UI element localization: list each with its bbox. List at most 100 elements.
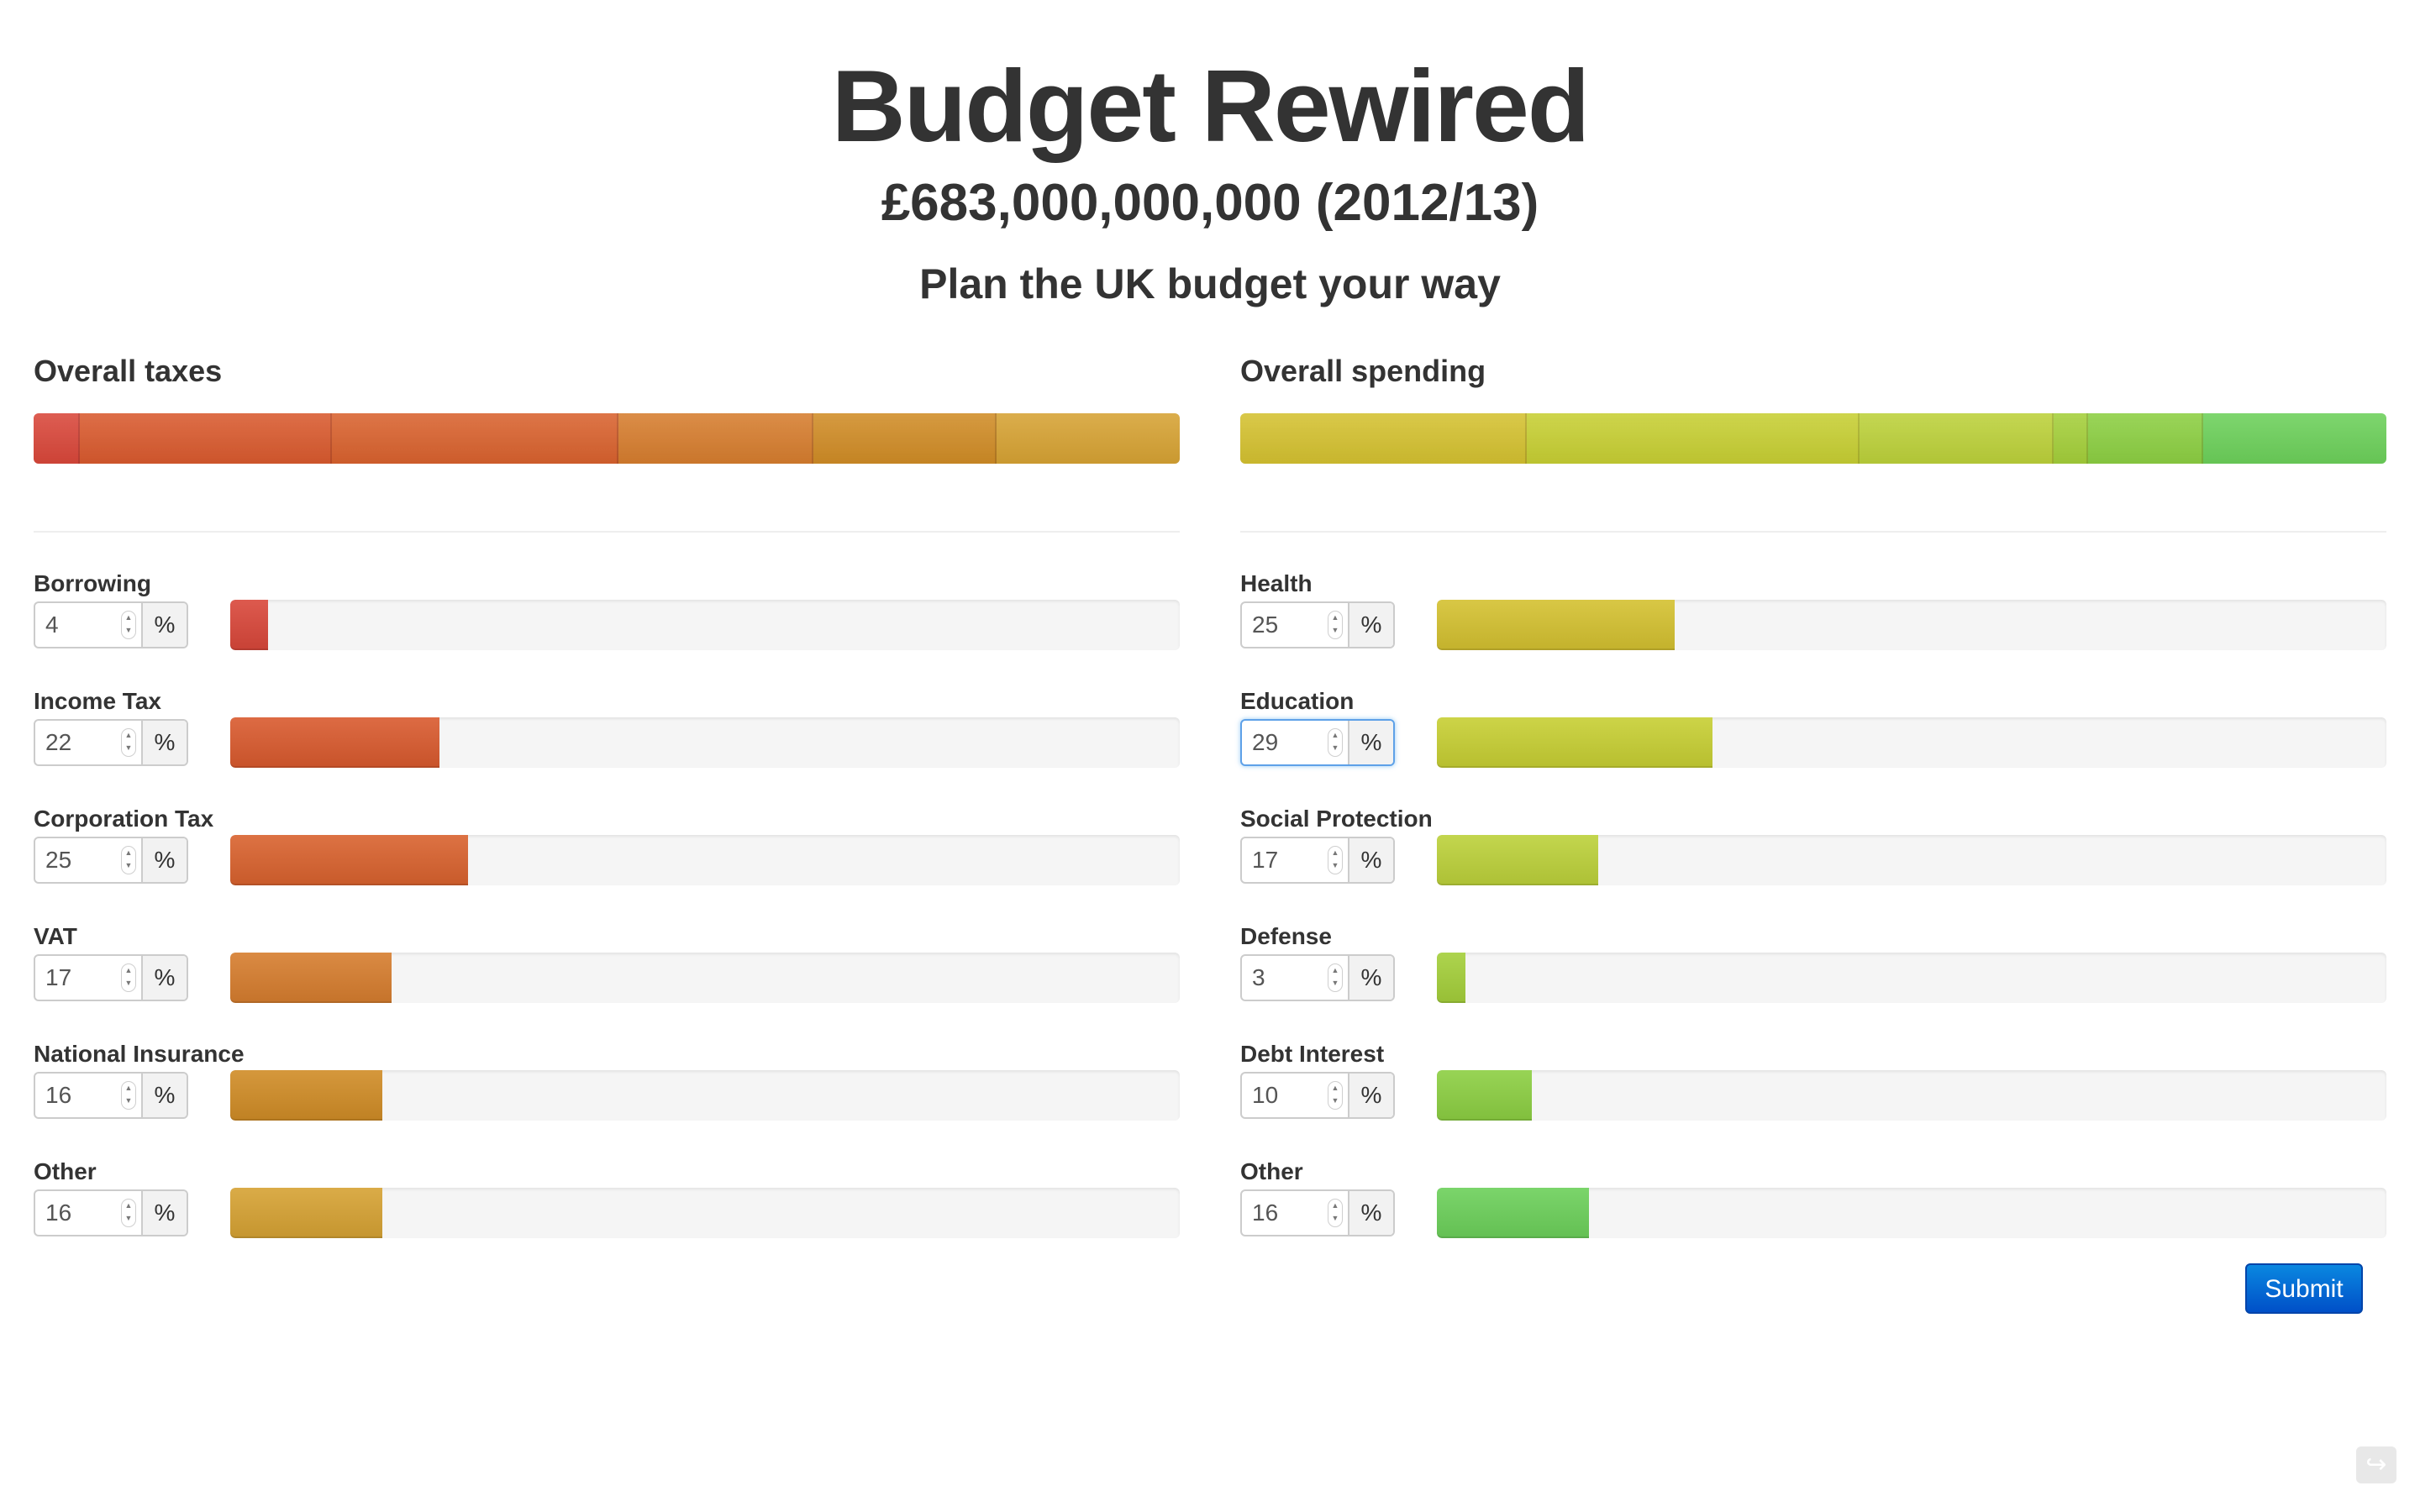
- percent-input-group: ▲▼%: [34, 954, 188, 1001]
- progress-fill: [230, 953, 392, 1003]
- progress-track: [1437, 717, 2386, 768]
- row-label: Social Protection: [1240, 806, 1433, 832]
- overall-segment-defense: [2054, 413, 2089, 464]
- percent-input-group: ▲▼%: [1240, 719, 1395, 766]
- progress-fill: [230, 1070, 382, 1121]
- percent-addon: %: [141, 1074, 187, 1117]
- progress-track: [1437, 1070, 2386, 1121]
- divider: [1240, 531, 2386, 533]
- row-label: Other: [34, 1158, 97, 1184]
- spending-column: Overall spending Health▲▼%Education▲▼%So…: [1240, 351, 2386, 1275]
- overall-segment-income-tax: [79, 413, 332, 464]
- budget-row: Income Tax ▲▼%: [34, 687, 1180, 805]
- progress-fill: [230, 835, 468, 885]
- stepper-arrows-icon[interactable]: ▲ ▼: [121, 846, 136, 874]
- budget-total: £683,000,000,000 (2012/13): [881, 174, 1539, 232]
- overall-segment-other: [996, 413, 1180, 464]
- stepper-arrows-icon[interactable]: ▲ ▼: [1328, 1081, 1343, 1110]
- progress-track: [230, 1070, 1180, 1121]
- stepper-arrows-icon[interactable]: ▲ ▼: [121, 1199, 136, 1227]
- percent-addon: %: [141, 838, 187, 882]
- row-label: VAT: [34, 923, 77, 949]
- percent-input-group: ▲▼%: [34, 719, 188, 766]
- overall-segment-national-insurance: [813, 413, 997, 464]
- page: Budget Rewired £683,000,000,000 (2012/13…: [0, 0, 2420, 1512]
- taxes-rows: Borrowing▲▼%Income Tax▲▼%Corporation Tax…: [34, 570, 1180, 1275]
- divider: [34, 531, 1180, 533]
- overall-spending-title: Overall spending: [1240, 354, 1486, 388]
- share-icon[interactable]: ↪: [2356, 1446, 2396, 1483]
- row-label: Health: [1240, 570, 1313, 596]
- stepper-arrows-icon[interactable]: ▲ ▼: [121, 611, 136, 639]
- progress-fill: [1437, 835, 1599, 885]
- progress-track: [1437, 600, 2386, 650]
- budget-row: Debt Interest ▲▼%: [1240, 1040, 2386, 1158]
- percent-addon: %: [141, 603, 187, 647]
- row-label: Borrowing: [34, 570, 151, 596]
- percent-addon: %: [141, 956, 187, 1000]
- progress-fill: [1437, 600, 1675, 650]
- percent-addon: %: [141, 1191, 187, 1235]
- overall-segment-borrowing: [34, 413, 80, 464]
- budget-row: Corporation Tax ▲▼%: [34, 805, 1180, 922]
- percent-addon: %: [1348, 956, 1393, 1000]
- row-label: Defense: [1240, 923, 1332, 949]
- progress-track: [230, 717, 1180, 768]
- overall-segment-other: [2202, 413, 2386, 464]
- percent-input-group: ▲▼%: [1240, 601, 1395, 648]
- progress-track: [1437, 835, 2386, 885]
- percent-input-group: ▲▼%: [34, 601, 188, 648]
- budget-row: Other ▲▼%: [34, 1158, 1180, 1275]
- progress-fill: [230, 717, 439, 768]
- stepper-arrows-icon[interactable]: ▲ ▼: [121, 1081, 136, 1110]
- overall-segment-debt-interest: [2088, 413, 2203, 464]
- percent-addon: %: [1348, 1191, 1393, 1235]
- percent-input-group: ▲▼%: [34, 1189, 188, 1236]
- header: Budget Rewired £683,000,000,000 (2012/13…: [0, 0, 2420, 311]
- overall-segment-education: [1527, 413, 1860, 464]
- stepper-arrows-icon[interactable]: ▲ ▼: [121, 963, 136, 992]
- row-label: Other: [1240, 1158, 1303, 1184]
- budget-row: Health ▲▼%: [1240, 570, 2386, 687]
- progress-fill: [1437, 1188, 1589, 1238]
- submit-button[interactable]: Submit: [2245, 1263, 2363, 1314]
- page-title: Budget Rewired: [831, 49, 1591, 163]
- stepper-arrows-icon[interactable]: ▲ ▼: [1328, 611, 1343, 639]
- budget-row: Borrowing ▲▼%: [34, 570, 1180, 687]
- budget-row: VAT ▲▼%: [34, 922, 1180, 1040]
- stepper-arrows-icon[interactable]: ▲ ▼: [1328, 963, 1343, 992]
- percent-addon: %: [141, 721, 187, 764]
- progress-fill: [1437, 953, 1465, 1003]
- percent-input-group: ▲▼%: [1240, 837, 1395, 884]
- overall-spending-bar: [1240, 413, 2386, 464]
- budget-row: National Insurance ▲▼%: [34, 1040, 1180, 1158]
- percent-addon: %: [1348, 1074, 1393, 1117]
- percent-addon: %: [1348, 603, 1393, 647]
- percent-input-group: ▲▼%: [1240, 1189, 1395, 1236]
- budget-columns: Overall taxes Borrowing▲▼%Income Tax▲▼%C…: [34, 351, 2386, 1275]
- stepper-arrows-icon[interactable]: ▲ ▼: [1328, 728, 1343, 757]
- progress-track: [1437, 953, 2386, 1003]
- budget-row: Defense ▲▼%: [1240, 922, 2386, 1040]
- row-label: Corporation Tax: [34, 806, 214, 832]
- budget-row: Other ▲▼%: [1240, 1158, 2386, 1275]
- progress-track: [1437, 1188, 2386, 1238]
- spending-rows: Health ▲▼% Education ▲▼% Social Protection ▲▼…: [1240, 570, 2386, 1275]
- budget-row: Education ▲▼%: [1240, 687, 2386, 805]
- stepper-arrows-icon[interactable]: ▲ ▼: [1328, 846, 1343, 874]
- progress-track: [230, 835, 1180, 885]
- percent-input-group: ▲▼%: [34, 1072, 188, 1119]
- stepper-arrows-icon[interactable]: ▲ ▼: [121, 728, 136, 757]
- overall-taxes-bar: [34, 413, 1180, 464]
- overall-segment-social-protection: [1859, 413, 2054, 464]
- overall-taxes-title: Overall taxes: [34, 354, 223, 388]
- progress-track: [230, 1188, 1180, 1238]
- progress-fill: [230, 600, 269, 650]
- stepper-arrows-icon[interactable]: ▲ ▼: [1328, 1199, 1343, 1227]
- budget-row: Social Protection ▲▼%: [1240, 805, 2386, 922]
- tagline: Plan the UK budget your way: [919, 260, 1501, 307]
- overall-segment-vat: [618, 413, 813, 464]
- progress-fill: [1437, 1070, 1532, 1121]
- percent-input-group: ▲▼%: [1240, 1072, 1395, 1119]
- row-label: National Insurance: [34, 1041, 245, 1067]
